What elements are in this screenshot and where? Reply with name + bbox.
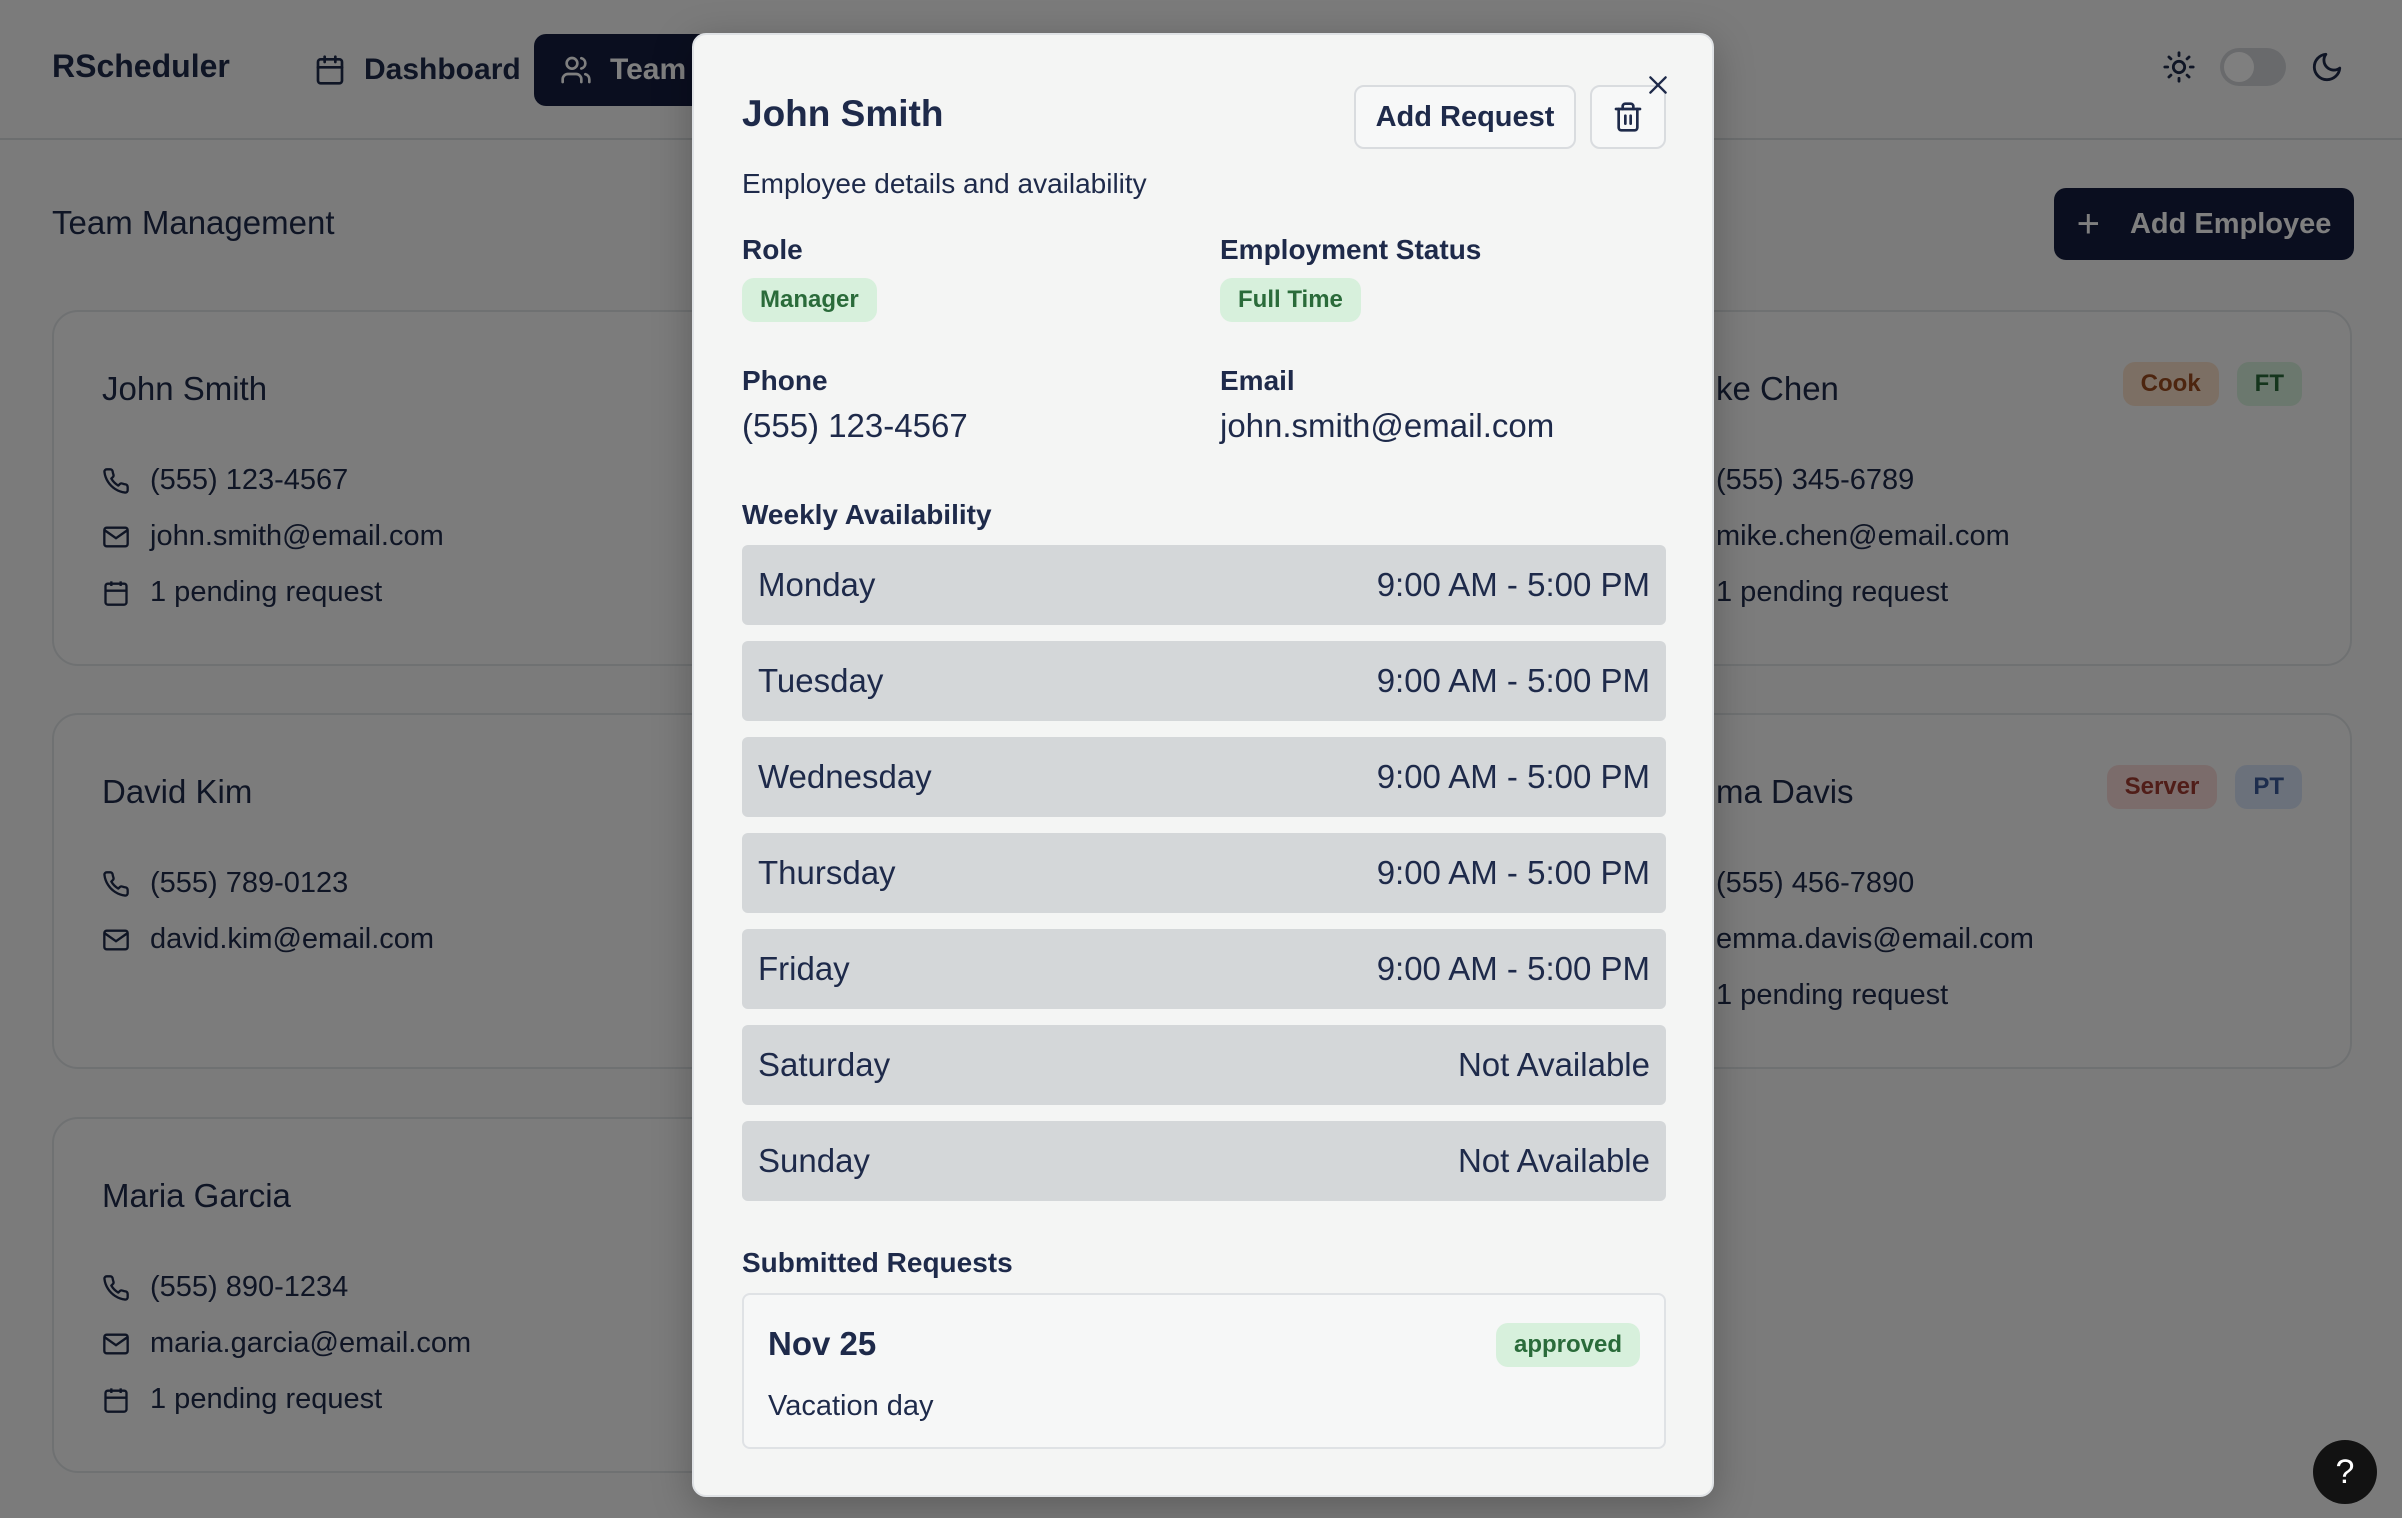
close-dialog-button[interactable] [1640, 67, 1676, 103]
availability-row: Thursday 9:00 AM - 5:00 PM [742, 833, 1666, 913]
submitted-requests-label: Submitted Requests [742, 1247, 1013, 1278]
employment-status-badge: Full Time [1220, 278, 1361, 322]
dialog-title: John Smith [742, 93, 944, 134]
role-badge: Manager [742, 278, 877, 322]
help-button[interactable]: ? [2313, 1440, 2377, 1504]
availability-hours: 9:00 AM - 5:00 PM [1376, 566, 1650, 603]
availability-hours: Not Available [1457, 1142, 1650, 1179]
availability-day: Tuesday [758, 662, 884, 699]
request-status-badge: approved [1495, 1323, 1640, 1367]
close-icon [1649, 76, 1667, 94]
availability-day: Sunday [758, 1142, 870, 1179]
availability-day: Wednesday [758, 758, 932, 795]
employment-status-label: Employment Status [1220, 234, 1482, 265]
email-value: john.smith@email.com [1220, 407, 1555, 444]
email-label: Email [1220, 365, 1295, 396]
availability-row: Monday 9:00 AM - 5:00 PM [742, 545, 1666, 625]
availability-row: Wednesday 9:00 AM - 5:00 PM [742, 737, 1666, 817]
availability-hours: Not Available [1457, 1046, 1650, 1083]
request-item[interactable]: Nov 25 approved Vacation day [742, 1293, 1666, 1449]
request-note: Vacation day [768, 1390, 934, 1422]
availability-hours: 9:00 AM - 5:00 PM [1376, 662, 1650, 699]
availability-day: Saturday [758, 1046, 891, 1083]
role-label: Role [742, 234, 803, 265]
availability-row: Sunday Not Available [742, 1121, 1666, 1201]
availability-row: Tuesday 9:00 AM - 5:00 PM [742, 641, 1666, 721]
availability-day: Friday [758, 950, 850, 987]
availability-row: Friday 9:00 AM - 5:00 PM [742, 929, 1666, 1009]
availability-hours: 9:00 AM - 5:00 PM [1376, 854, 1650, 891]
phone-value: (555) 123-4567 [742, 407, 968, 444]
availability-hours: 9:00 AM - 5:00 PM [1376, 758, 1650, 795]
availability-hours: 9:00 AM - 5:00 PM [1376, 950, 1650, 987]
weekly-availability-label: Weekly Availability [742, 499, 992, 530]
trash-icon [1614, 102, 1642, 132]
phone-label: Phone [742, 365, 828, 396]
availability-day: Thursday [758, 854, 896, 891]
dialog-description: Employee details and availability [742, 168, 1147, 199]
employee-details-dialog: John Smith Add Request Employee details … [692, 33, 1714, 1497]
add-request-button[interactable]: Add Request [1354, 85, 1576, 149]
availability-day: Monday [758, 566, 876, 603]
availability-row: Saturday Not Available [742, 1025, 1666, 1105]
request-date: Nov 25 [768, 1325, 877, 1362]
